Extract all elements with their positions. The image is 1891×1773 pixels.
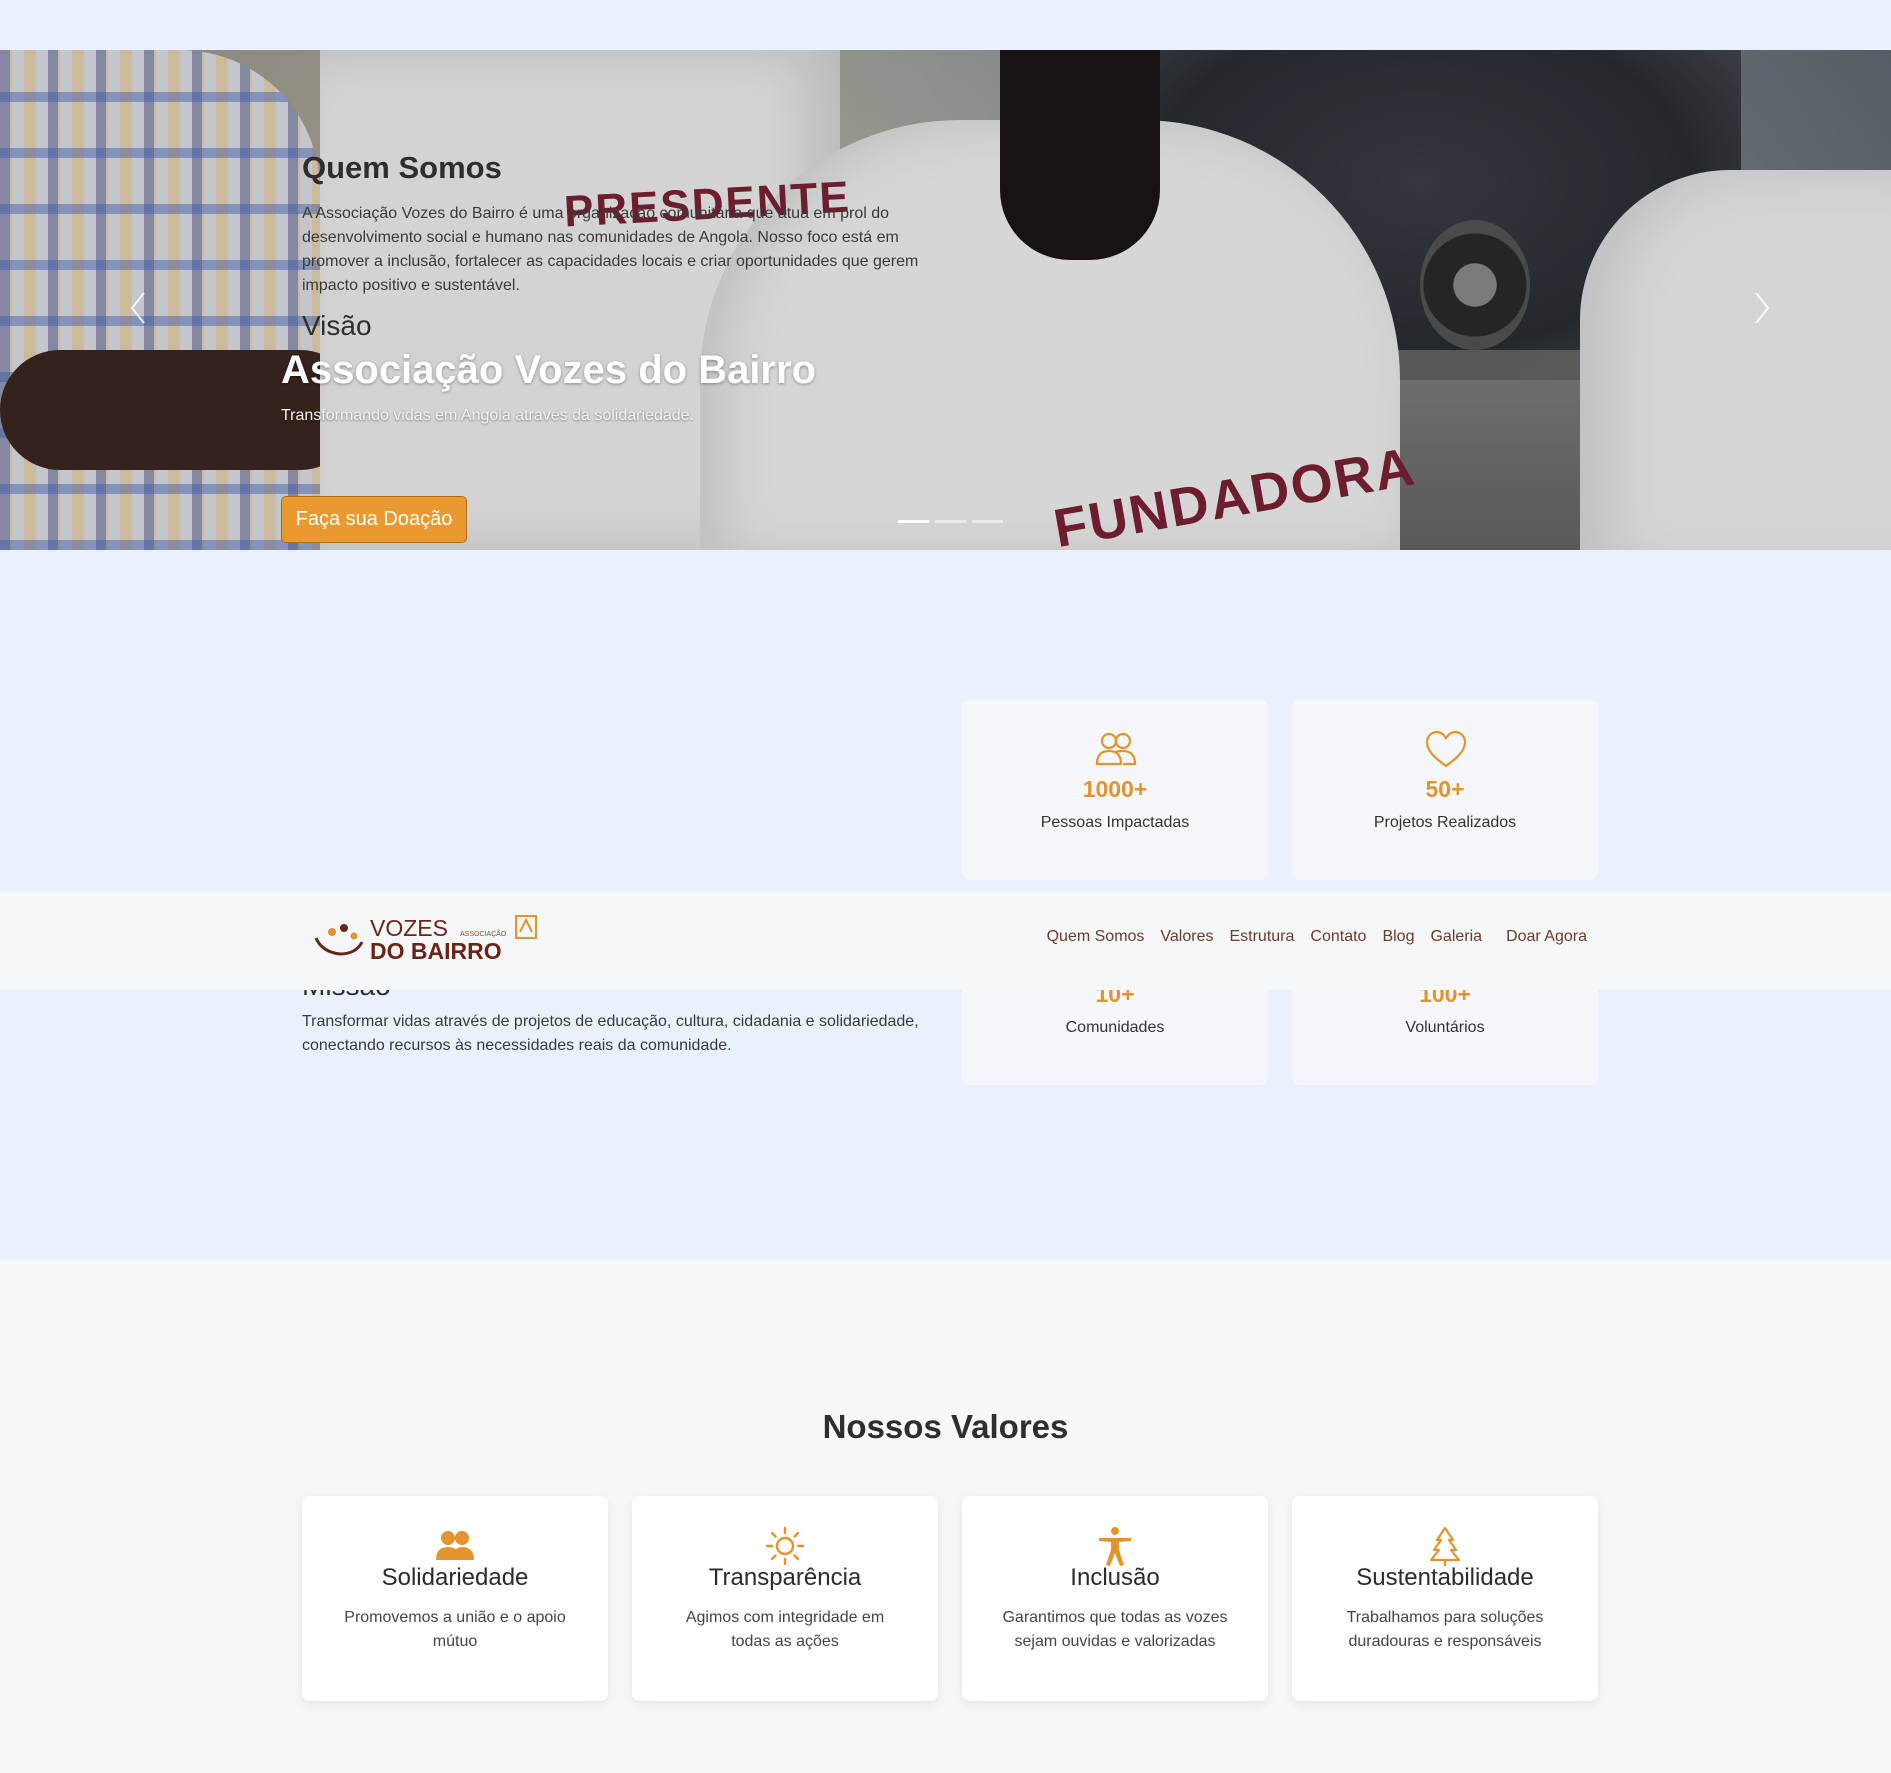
carousel-indicators — [898, 520, 1003, 523]
nav-link-blog[interactable]: Blog — [1382, 928, 1414, 946]
value-description: Promovemos a união e o apoio mútuo — [344, 1609, 566, 1650]
chevron-left-icon — [130, 292, 145, 324]
carousel-indicator-1[interactable] — [898, 520, 929, 523]
chevron-right-icon — [1755, 292, 1770, 324]
value-description: Garantimos que todas as vozes sejam ouvi… — [1002, 1609, 1228, 1650]
svg-text:DO BAIRRO: DO BAIRRO — [370, 938, 502, 964]
value-card-sustentabilidade: Sustentabilidade Trabalhamos para soluçõ… — [1292, 1496, 1598, 1701]
stat-value: 50+ — [1425, 776, 1465, 802]
tree-icon — [1429, 1526, 1461, 1566]
stat-label: Voluntários — [1405, 1019, 1485, 1036]
value-title: Inclusão — [1070, 1564, 1160, 1591]
value-description: Agimos com integridade em todas as ações — [685, 1609, 885, 1650]
hero-carousel: PRESDENTE FUNDADORA Associação Vozes do … — [0, 50, 1891, 550]
value-card-inclusao: Inclusão Garantimos que todas as vozes s… — [962, 1496, 1268, 1701]
stat-card-people: 1000+ Pessoas Impactadas — [962, 700, 1268, 880]
value-title: Transparência — [708, 1564, 862, 1591]
value-card-transparencia: Transparência Agimos com integridade em … — [632, 1496, 938, 1701]
nav-links: Quem Somos Valores Estrutura Contato Blo… — [1047, 928, 1587, 946]
stat-label: Comunidades — [1065, 1019, 1165, 1036]
value-title: Sustentabilidade — [1356, 1564, 1534, 1591]
donate-cta-button[interactable]: Faça sua Doação — [281, 496, 467, 543]
svg-text:ASSOCIAÇÃO: ASSOCIAÇÃO — [460, 929, 507, 938]
people-icon — [1095, 732, 1137, 766]
vozes-do-bairro-logo[interactable]: VOZES ASSOCIAÇÃO DO BAIRRO — [312, 912, 542, 964]
value-title: Solidariedade — [381, 1564, 529, 1591]
stat-card-projects: 50+ Projetos Realizados — [1292, 700, 1598, 880]
carousel-indicator-2[interactable] — [935, 520, 966, 523]
value-description: Trabalhamos para soluções duradouras e r… — [1346, 1609, 1544, 1650]
value-card-solidariedade: Solidariedade Promovemos a união e o apo… — [302, 1496, 608, 1701]
navbar: VOZES ASSOCIAÇÃO DO BAIRRO Quem Somos Va… — [0, 892, 1891, 990]
vision-title: Visão — [302, 310, 372, 341]
people-fill-icon — [436, 1531, 474, 1560]
nav-link-quem-somos[interactable]: Quem Somos — [1047, 928, 1145, 946]
carousel-indicator-3[interactable] — [972, 520, 1003, 523]
nav-link-valores[interactable]: Valores — [1160, 928, 1213, 946]
hero-title: Associação Vozes do Bairro — [281, 348, 816, 392]
nav-link-contato[interactable]: Contato — [1310, 928, 1366, 946]
mission-text: Transformar vidas através de projetos de… — [302, 1013, 919, 1054]
about-title: Quem Somos — [302, 150, 502, 185]
values-section: Nossos Valores Solidariedade Promovemos … — [0, 1260, 1891, 1773]
values-title: Nossos Valores — [822, 1408, 1069, 1445]
hero-caption: Associação Vozes do Bairro Transformando… — [281, 348, 816, 543]
sun-icon — [765, 1526, 805, 1566]
stat-value: 1000+ — [1082, 776, 1148, 802]
nav-link-doar-agora[interactable]: Doar Agora — [1506, 928, 1587, 946]
stat-label: Pessoas Impactadas — [1040, 814, 1190, 831]
about-description: A Associação Vozes do Bairro é uma organ… — [302, 205, 919, 294]
universal-access-icon — [1099, 1527, 1131, 1566]
stat-label: Projetos Realizados — [1373, 814, 1517, 831]
carousel-next-button[interactable] — [1752, 290, 1772, 330]
hero-subtitle: Transformando vidas em Angola através da… — [281, 407, 694, 424]
about-text: Quem Somos A Associação Vozes do Bairro … — [302, 150, 932, 342]
carousel-prev-button[interactable] — [128, 290, 148, 330]
heart-icon — [1425, 730, 1467, 768]
nav-link-estrutura[interactable]: Estrutura — [1229, 928, 1294, 946]
nav-link-galeria[interactable]: Galeria — [1430, 928, 1482, 946]
top-band — [0, 0, 1891, 50]
